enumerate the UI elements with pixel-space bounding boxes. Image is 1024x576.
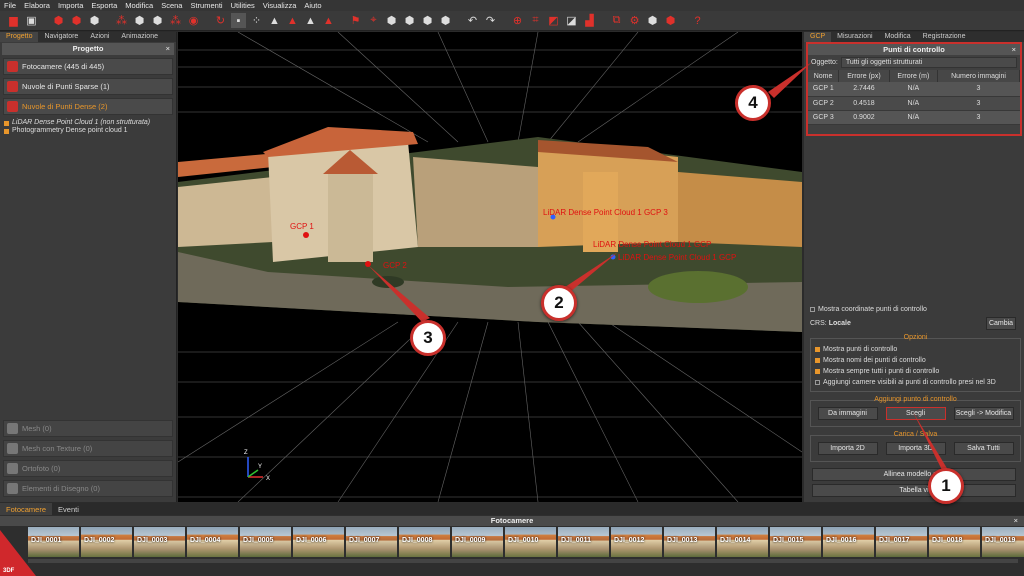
arrow-3 <box>368 265 430 322</box>
callout-4: 4 <box>735 85 771 121</box>
callout-3: 3 <box>410 320 446 356</box>
arrow-1 <box>913 412 948 470</box>
arrow-4 <box>768 62 812 98</box>
callout-1: 1 <box>928 468 964 504</box>
callout-2: 2 <box>541 285 577 321</box>
callout-arrows <box>368 62 948 470</box>
